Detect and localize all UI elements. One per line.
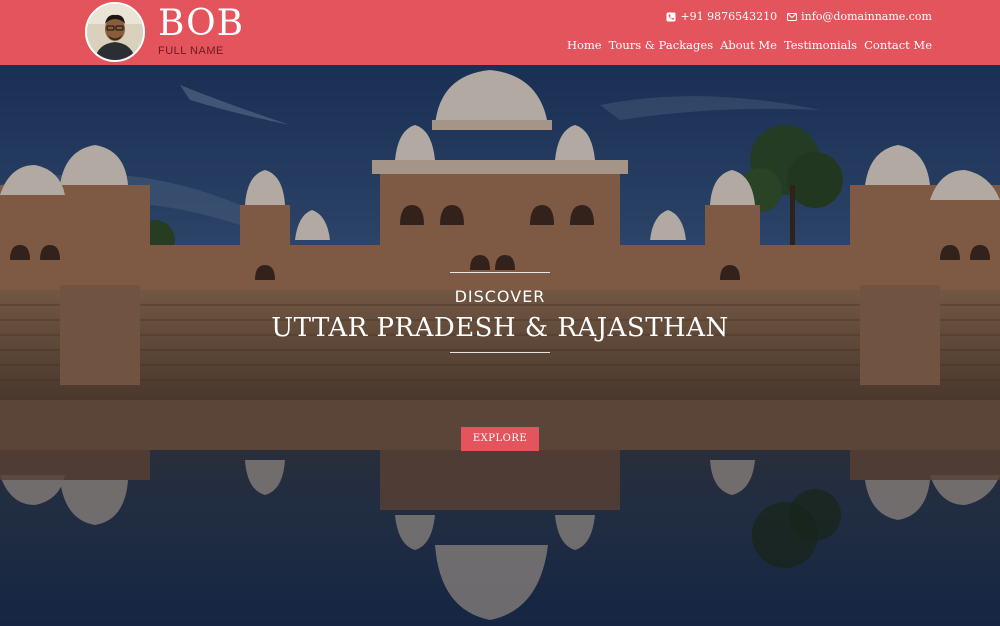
hero-title: UTTAR PRADESH & RAJASTHAN — [271, 313, 729, 343]
site-header: BOB FULL NAME +91 9876543210 info@domain… — [0, 0, 1000, 65]
brand-subtitle: FULL NAME — [158, 45, 224, 57]
nav-testimonials[interactable]: Testimonials — [784, 38, 857, 52]
phone-icon — [666, 12, 676, 21]
avatar[interactable] — [85, 2, 145, 62]
email-address: info@domainname.com — [801, 10, 932, 23]
nav-tours-packages[interactable]: Tours & Packages — [609, 38, 713, 52]
email-contact[interactable]: info@domainname.com — [787, 10, 932, 23]
main-nav: Home Tours & Packages About Me Testimoni… — [567, 38, 932, 52]
nav-contact-me[interactable]: Contact Me — [864, 38, 932, 52]
explore-button[interactable]: EXPLORE — [461, 427, 539, 451]
hero-content: DISCOVER UTTAR PRADESH & RAJASTHAN EXPLO… — [0, 65, 1000, 626]
envelope-icon — [787, 12, 798, 21]
nav-home[interactable]: Home — [567, 38, 602, 52]
contact-bar: +91 9876543210 info@domainname.com — [666, 10, 932, 23]
nav-about-me[interactable]: About Me — [720, 38, 777, 52]
hero-divider-bottom — [450, 352, 550, 353]
person-avatar-icon — [87, 4, 143, 60]
hero-divider-top — [450, 272, 550, 273]
hero-section: DISCOVER UTTAR PRADESH & RAJASTHAN EXPLO… — [0, 65, 1000, 626]
brand-name[interactable]: BOB — [158, 2, 244, 46]
hero-eyebrow: DISCOVER — [454, 287, 546, 306]
phone-contact[interactable]: +91 9876543210 — [666, 10, 777, 23]
phone-number: +91 9876543210 — [680, 10, 778, 23]
